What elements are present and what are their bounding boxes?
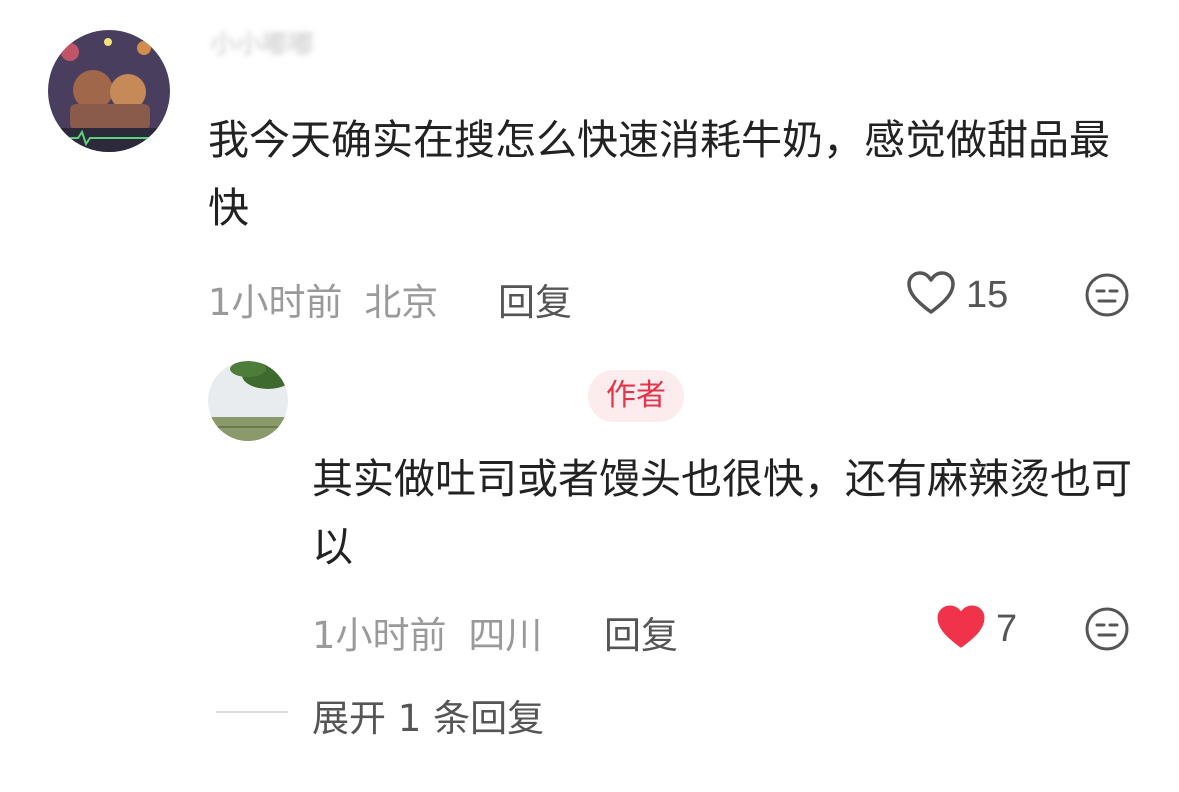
comment-username[interactable]: 小小嘟嘟	[210, 24, 314, 61]
meh-face-icon[interactable]	[1084, 606, 1130, 656]
author-badge: 作者	[588, 370, 684, 422]
comment-text: 其实做吐司或者馒头也很快，还有麻辣烫也可以	[312, 455, 1132, 571]
comment-time: 1小时前	[312, 614, 447, 657]
meh-face-icon[interactable]	[1084, 272, 1130, 322]
avatar[interactable]	[48, 30, 170, 152]
like-button[interactable]: 15	[906, 270, 1008, 320]
comment-meta: 1小时前 四川	[312, 605, 542, 659]
reply-button[interactable]: 回复	[498, 272, 572, 326]
comment-time: 1小时前	[208, 281, 343, 324]
comment-username[interactable]	[312, 384, 562, 414]
like-count: 15	[966, 273, 1009, 316]
divider	[216, 711, 288, 713]
like-button[interactable]: 7	[936, 604, 1017, 654]
comment-location: 四川	[468, 614, 543, 657]
expand-replies-button[interactable]: 展开 1 条回复	[312, 688, 544, 742]
heart-icon	[936, 604, 986, 654]
reply-button[interactable]: 回复	[604, 605, 678, 659]
comment-location: 北京	[364, 281, 439, 324]
avatar[interactable]	[208, 361, 288, 441]
comment-meta: 1小时前 北京	[208, 272, 438, 326]
like-count: 7	[996, 607, 1018, 650]
heart-icon	[906, 270, 956, 320]
comment-text: 我今天确实在搜怎么快速消耗牛奶，感觉做甜品最快	[208, 116, 1110, 232]
